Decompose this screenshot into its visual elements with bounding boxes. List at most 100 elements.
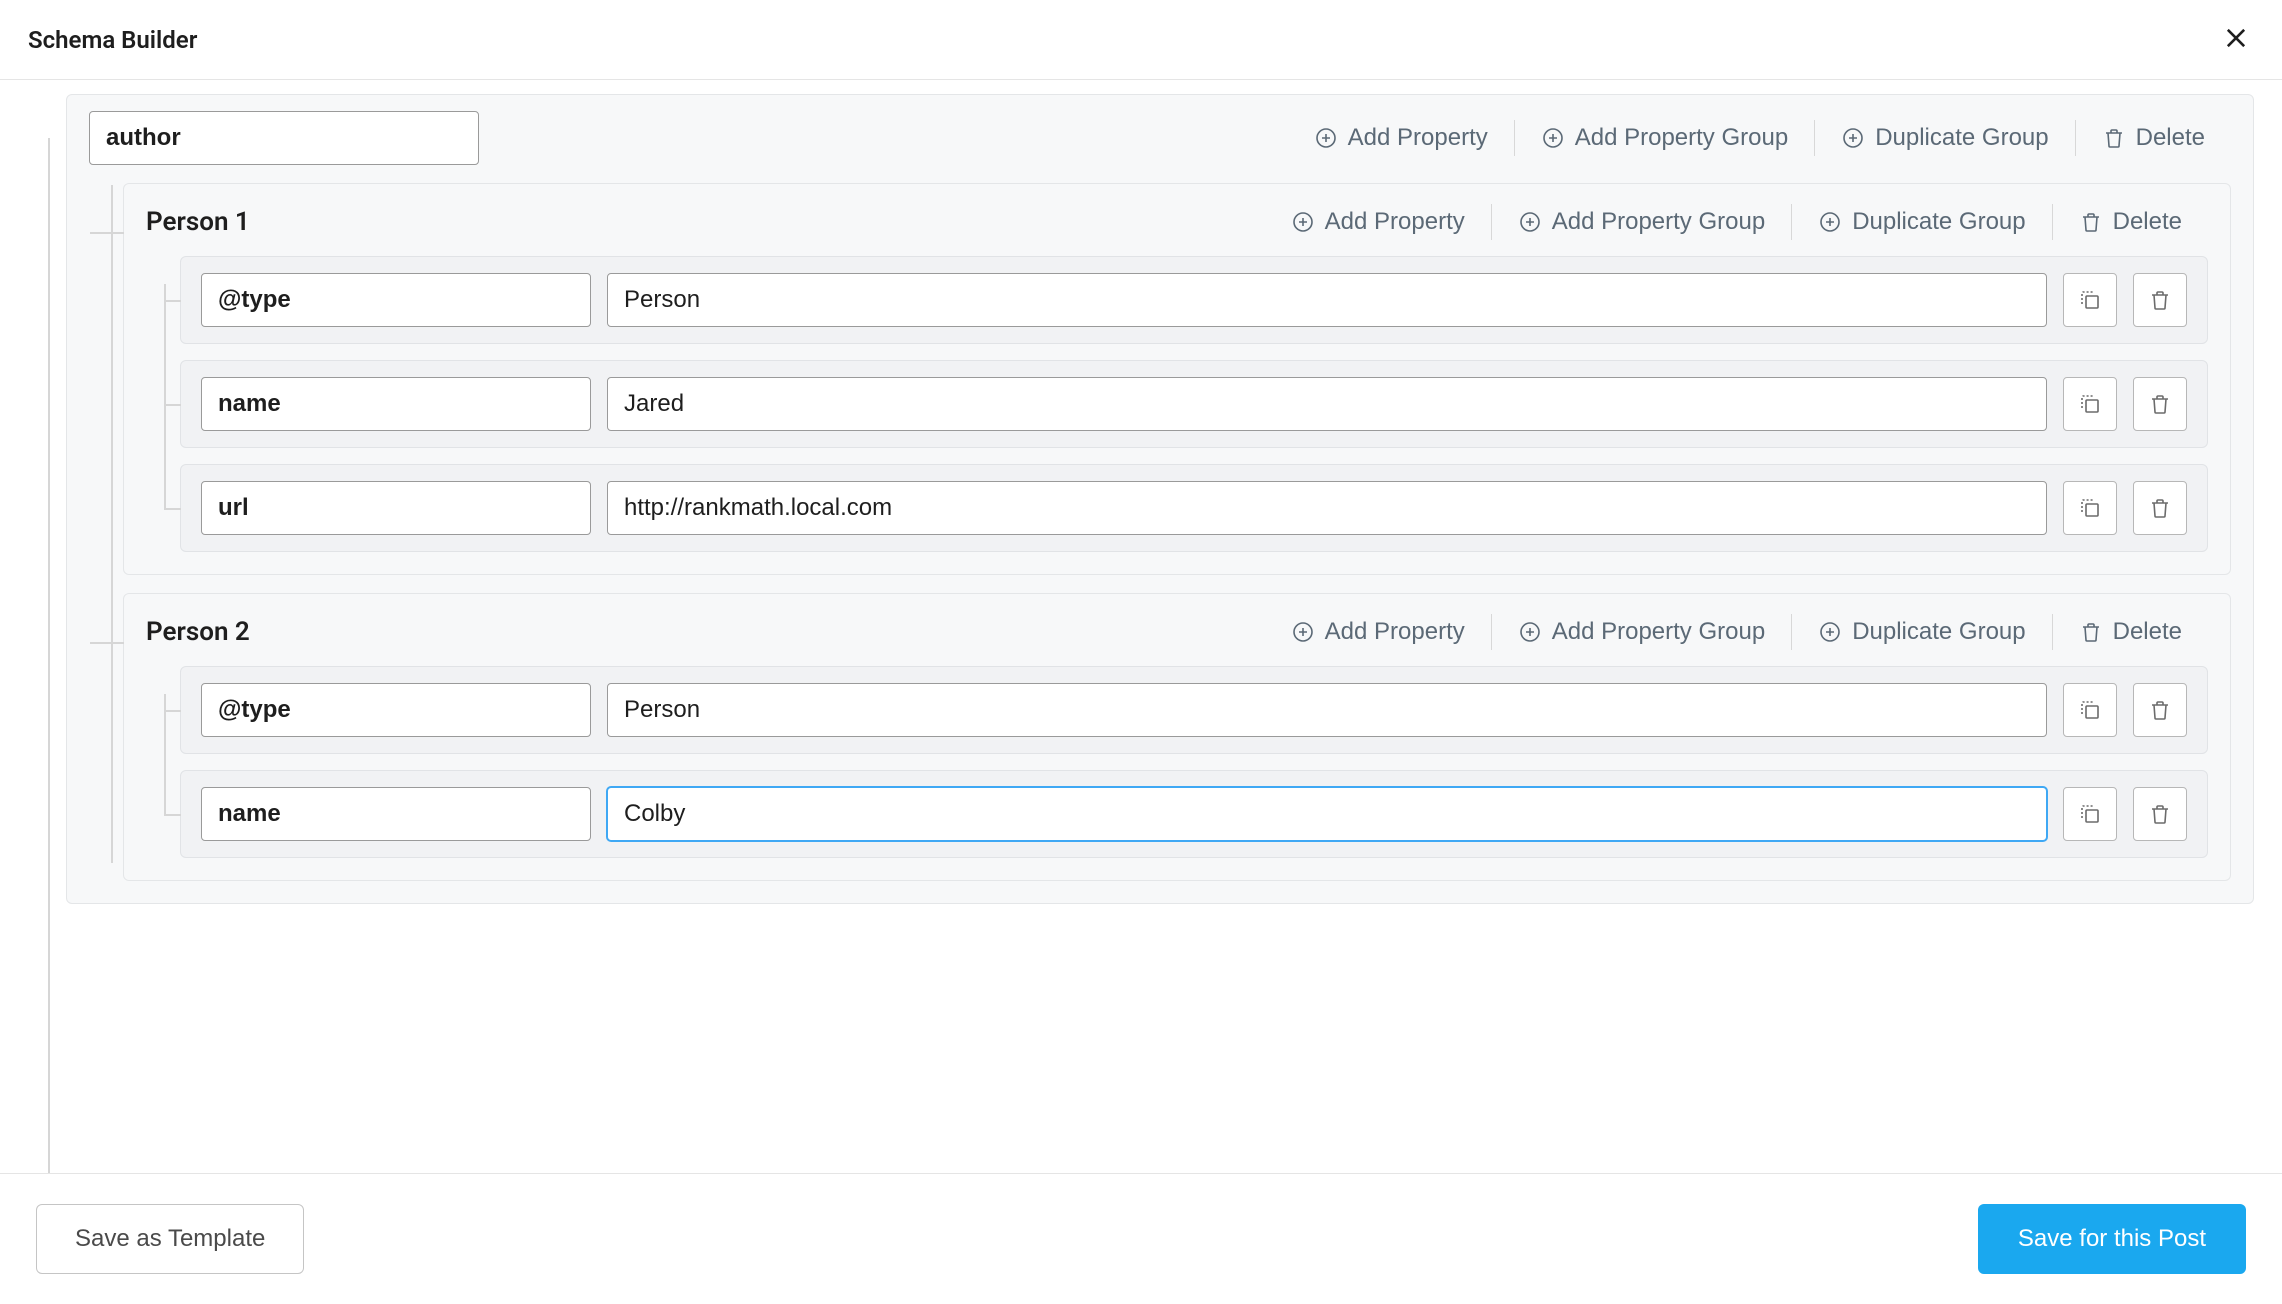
copy-icon <box>2078 392 2102 416</box>
property-key-input[interactable] <box>201 273 591 327</box>
property-value-input[interactable] <box>607 683 2047 737</box>
copy-icon <box>2078 288 2102 312</box>
save-as-template-button[interactable]: Save as Template <box>36 1204 304 1274</box>
delete-group-label: Delete <box>2136 124 2205 152</box>
property-row <box>180 770 2208 858</box>
delete-label: Delete <box>2113 618 2182 646</box>
group-name-input[interactable] <box>89 111 479 165</box>
delete-property-button[interactable] <box>2133 377 2187 431</box>
copy-property-button[interactable] <box>2063 481 2117 535</box>
add-property-button[interactable]: Add Property <box>1265 204 1491 240</box>
group-author: Add Property Add Property Group Duplicat… <box>66 94 2254 904</box>
add-property-group-label: Add Property Group <box>1575 124 1788 152</box>
delete-property-button[interactable] <box>2133 481 2187 535</box>
subgroup-actions: Add Property Add Property Group Duplicat… <box>1265 614 2208 650</box>
row-connector <box>165 814 181 816</box>
copy-property-button[interactable] <box>2063 273 2117 327</box>
plus-circle-icon <box>1818 620 1842 644</box>
add-property-label: Add Property <box>1325 208 1465 236</box>
modal-body: Add Property Add Property Group Duplicat… <box>0 80 2282 1173</box>
copy-property-button[interactable] <box>2063 377 2117 431</box>
property-key-input[interactable] <box>201 481 591 535</box>
property-value-input[interactable] <box>607 787 2047 841</box>
trash-icon <box>2148 392 2172 416</box>
modal-footer: Save as Template Save for this Post <box>0 1173 2282 1304</box>
modal-header: Schema Builder <box>0 0 2282 80</box>
trash-icon <box>2148 288 2172 312</box>
property-key-input[interactable] <box>201 787 591 841</box>
add-property-group-button[interactable]: Add Property Group <box>1491 204 1791 240</box>
delete-property-button[interactable] <box>2133 683 2187 737</box>
plus-circle-icon <box>1541 126 1565 150</box>
trash-icon <box>2079 210 2103 234</box>
delete-group-button[interactable]: Delete <box>2052 614 2208 650</box>
plus-circle-icon <box>1818 210 1842 234</box>
modal-title: Schema Builder <box>28 26 197 54</box>
delete-label: Delete <box>2113 208 2182 236</box>
save-for-post-button[interactable]: Save for this Post <box>1978 1204 2246 1274</box>
subgroup-title: Person 1 <box>146 207 250 237</box>
copy-icon <box>2078 698 2102 722</box>
group-header: Add Property Add Property Group Duplicat… <box>89 111 2231 165</box>
property-key-input[interactable] <box>201 683 591 737</box>
add-property-label: Add Property <box>1348 124 1488 152</box>
group-actions: Add Property Add Property Group Duplicat… <box>1288 120 2231 156</box>
subgroup: Person 1 Add Property Add Property Group… <box>123 183 2231 575</box>
trash-icon <box>2102 126 2126 150</box>
subgroup-actions: Add Property Add Property Group Duplicat… <box>1265 204 2208 240</box>
add-property-group-button[interactable]: Add Property Group <box>1491 614 1791 650</box>
duplicate-group-label: Duplicate Group <box>1852 618 2025 646</box>
plus-circle-icon <box>1291 210 1315 234</box>
property-value-input[interactable] <box>607 481 2047 535</box>
subgroup-header: Person 1 Add Property Add Property Group… <box>146 204 2208 240</box>
row-connector <box>165 404 181 406</box>
property-row <box>180 464 2208 552</box>
property-row <box>180 360 2208 448</box>
delete-property-button[interactable] <box>2133 787 2187 841</box>
add-property-button[interactable]: Add Property <box>1265 614 1491 650</box>
delete-property-button[interactable] <box>2133 273 2187 327</box>
subgroup-header: Person 2 Add Property Add Property Group… <box>146 614 2208 650</box>
add-property-group-label: Add Property Group <box>1552 208 1765 236</box>
duplicate-group-button[interactable]: Duplicate Group <box>1791 614 2051 650</box>
trash-icon <box>2148 496 2172 520</box>
rows-line <box>164 284 166 510</box>
add-property-label: Add Property <box>1325 618 1465 646</box>
subgroup-title: Person 2 <box>146 617 250 647</box>
plus-circle-icon <box>1314 126 1338 150</box>
add-property-button[interactable]: Add Property <box>1288 120 1514 156</box>
plus-circle-icon <box>1518 210 1542 234</box>
delete-group-button[interactable]: Delete <box>2075 120 2231 156</box>
property-row <box>180 666 2208 754</box>
duplicate-group-label: Duplicate Group <box>1852 208 2025 236</box>
plus-circle-icon <box>1518 620 1542 644</box>
group-tree-line <box>111 185 113 863</box>
row-connector <box>165 508 181 510</box>
close-button[interactable] <box>2218 20 2254 59</box>
copy-icon <box>2078 802 2102 826</box>
subgroup-connector <box>90 642 124 644</box>
add-property-group-button[interactable]: Add Property Group <box>1514 120 1814 156</box>
copy-property-button[interactable] <box>2063 787 2117 841</box>
duplicate-group-button[interactable]: Duplicate Group <box>1791 204 2051 240</box>
tree-line <box>48 138 50 1173</box>
rows <box>146 666 2208 858</box>
property-value-input[interactable] <box>607 273 2047 327</box>
rows-line <box>164 694 166 816</box>
copy-property-button[interactable] <box>2063 683 2117 737</box>
add-property-group-label: Add Property Group <box>1552 618 1765 646</box>
duplicate-group-label: Duplicate Group <box>1875 124 2048 152</box>
property-key-input[interactable] <box>201 377 591 431</box>
schema-builder-modal: Schema Builder Add Property Add Property… <box>0 0 2282 1304</box>
subgroup-connector <box>90 232 124 234</box>
delete-group-button[interactable]: Delete <box>2052 204 2208 240</box>
row-connector <box>165 710 181 712</box>
duplicate-group-button[interactable]: Duplicate Group <box>1814 120 2074 156</box>
plus-circle-icon <box>1291 620 1315 644</box>
subgroup: Person 2 Add Property Add Property Group… <box>123 593 2231 881</box>
property-value-input[interactable] <box>607 377 2047 431</box>
trash-icon <box>2148 802 2172 826</box>
trash-icon <box>2148 698 2172 722</box>
copy-icon <box>2078 496 2102 520</box>
property-row <box>180 256 2208 344</box>
